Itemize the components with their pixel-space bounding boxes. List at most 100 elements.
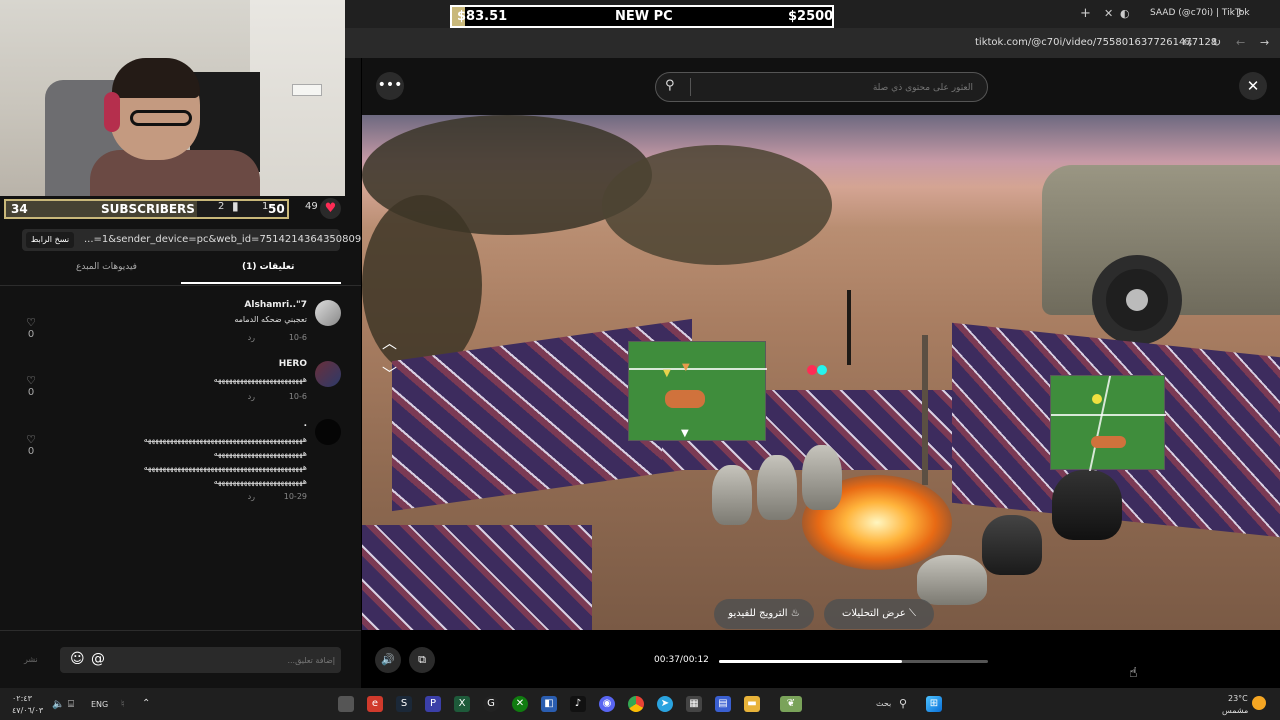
network-tray-icon[interactable]: ⌸ bbox=[68, 699, 74, 710]
video-coffee-pot bbox=[757, 455, 797, 520]
taskbar-search-label[interactable]: بحث bbox=[876, 699, 891, 708]
chrome-icon[interactable] bbox=[628, 696, 644, 712]
volume-tray-icon[interactable]: 🔈 bbox=[52, 699, 64, 710]
comment-author[interactable]: . bbox=[304, 419, 307, 429]
telegram-icon[interactable]: ➤ bbox=[657, 696, 673, 712]
inset-marker-icon: ▼ bbox=[681, 428, 689, 439]
app-icon-blue[interactable]: ◧ bbox=[541, 696, 557, 712]
weather-sun-icon[interactable] bbox=[1252, 696, 1266, 710]
copy-link-button[interactable]: نسخ الرابط bbox=[26, 232, 74, 248]
discord-icon[interactable]: ◉ bbox=[599, 696, 615, 712]
progress-bar[interactable] bbox=[719, 660, 988, 663]
like-count: 49 bbox=[305, 201, 318, 212]
new-tab-icon[interactable]: + bbox=[1080, 6, 1091, 21]
comment-like[interactable]: ♡ 0 bbox=[22, 317, 40, 341]
close-video-icon[interactable]: ✕ bbox=[1239, 72, 1267, 100]
comment-heart-icon[interactable]: ♡ bbox=[22, 375, 40, 387]
reload-icon[interactable]: ↻ bbox=[1212, 36, 1221, 49]
comment-like-count: 0 bbox=[27, 329, 35, 340]
microphone-tray-icon[interactable]: ♮ bbox=[121, 699, 125, 710]
video-frame[interactable]: ▼ ▼ ▼ bbox=[362, 115, 1280, 630]
tab-divider bbox=[0, 285, 361, 286]
more-options-icon[interactable]: ••• bbox=[376, 72, 404, 100]
steam-icon[interactable]: S bbox=[396, 696, 412, 712]
video-shovel bbox=[847, 290, 851, 365]
next-video-icon[interactable]: ﹀ bbox=[382, 363, 397, 384]
subscribers-label: SUBSCRIBERS bbox=[101, 202, 195, 216]
back-icon[interactable]: → bbox=[1260, 36, 1269, 49]
promote-video-button[interactable]: ♨ الترويج للفيديو bbox=[714, 599, 814, 629]
progress-fill bbox=[719, 660, 902, 663]
share-count: 1 bbox=[262, 201, 269, 212]
comment-text-line: هههههههههههههههههههههههههههههههههههههههه… bbox=[143, 435, 307, 444]
subscribers-goal: 50 bbox=[268, 202, 285, 216]
language-indicator[interactable]: ENG bbox=[91, 700, 108, 709]
comment-reply-link[interactable]: رد bbox=[248, 492, 255, 501]
excel-icon[interactable]: X bbox=[454, 696, 470, 712]
comment-like[interactable]: ♡ 0 bbox=[22, 434, 40, 458]
comment-reply-link[interactable]: رد bbox=[248, 392, 255, 401]
comment-avatar[interactable] bbox=[315, 419, 341, 445]
comment-like[interactable]: ♡ 0 bbox=[22, 375, 40, 399]
comment-avatar[interactable] bbox=[315, 300, 341, 326]
tab-title[interactable]: SAAD (@c70i) | TikTok bbox=[1150, 8, 1250, 18]
widget-icon[interactable]: ❦ bbox=[780, 696, 802, 712]
comment-text-line: ههههههههههههههههههههههههه bbox=[213, 449, 307, 458]
app-icon-generic[interactable] bbox=[338, 696, 354, 712]
video-dot-cyan bbox=[817, 365, 827, 375]
previous-video-icon[interactable]: ︿ bbox=[382, 332, 397, 353]
comment-author[interactable]: HERO bbox=[279, 359, 307, 369]
tiktok-app-icon[interactable]: ♪ bbox=[570, 696, 586, 712]
webcam-headphones bbox=[104, 92, 120, 132]
clock-date[interactable]: ٤٧/٠٦/٠٣ bbox=[12, 706, 43, 715]
address-bar-url[interactable]: tiktok.com/@c70i/video/75580163772614771… bbox=[975, 37, 1217, 48]
post-comment-button[interactable]: نشر bbox=[24, 655, 38, 664]
taskbar-search-icon[interactable]: ⚲ bbox=[899, 697, 907, 710]
weather-temp[interactable]: 23°C bbox=[1228, 694, 1248, 703]
clock-time[interactable]: ٠٢:٤٣ bbox=[12, 694, 32, 703]
bookmark-icon[interactable]: ▮ bbox=[232, 199, 239, 213]
close-tab-icon[interactable]: ✕ bbox=[1104, 7, 1113, 20]
file-explorer-icon[interactable]: ▬ bbox=[744, 696, 760, 712]
tab-creator-videos[interactable]: فيديوهات المبدع bbox=[76, 262, 137, 272]
ps-app-icon[interactable]: P bbox=[425, 696, 441, 712]
comment-avatar[interactable] bbox=[315, 361, 341, 387]
search-input[interactable] bbox=[713, 79, 973, 97]
comment-heart-icon[interactable]: ♡ bbox=[22, 434, 40, 446]
tray-overflow-icon[interactable]: ⌃ bbox=[142, 698, 150, 709]
xbox-icon[interactable]: ✕ bbox=[512, 696, 528, 712]
inset-players bbox=[665, 390, 705, 408]
picture-in-picture-icon[interactable]: ⧉ bbox=[409, 647, 435, 673]
comment-input[interactable] bbox=[135, 652, 335, 668]
comment-text: تعجبني ضحكه الدمامه bbox=[234, 315, 307, 324]
webcam-glasses bbox=[130, 110, 192, 126]
store-icon[interactable]: ▦ bbox=[686, 696, 702, 712]
start-windows-icon[interactable]: ⊞ bbox=[926, 696, 942, 712]
tab-audio-icon[interactable]: ◐ bbox=[1120, 7, 1130, 20]
related-search-box[interactable]: ⚲ bbox=[655, 72, 988, 102]
view-analytics-button[interactable]: ⟋ عرض التحليلات bbox=[824, 599, 934, 629]
comment-heart-icon[interactable]: ♡ bbox=[22, 317, 40, 329]
webcam-person-hair bbox=[112, 58, 200, 98]
tiktok-favicon-icon: ♪ bbox=[1236, 7, 1244, 20]
tab-comments[interactable]: (1) تعليقات bbox=[242, 262, 294, 272]
mouse-cursor-icon: ☝ bbox=[1129, 665, 1138, 681]
app-icon-g[interactable]: G bbox=[483, 696, 499, 712]
volume-icon[interactable]: 🔊 bbox=[375, 647, 401, 673]
app-icon-docs[interactable]: ▤ bbox=[715, 696, 731, 712]
donation-goal-title: NEW PC bbox=[615, 9, 673, 24]
comment-item: Alshamri.."7 تعجبني ضحكه الدمامه 10-6 رد bbox=[11, 300, 341, 350]
weather-desc[interactable]: مشمس bbox=[1222, 706, 1248, 715]
comment-author[interactable]: Alshamri.."7 bbox=[244, 300, 307, 310]
app-icon-ea[interactable]: e bbox=[367, 696, 383, 712]
mention-icon[interactable]: @ bbox=[91, 651, 105, 667]
like-heart-icon[interactable]: ♥ bbox=[320, 198, 341, 219]
emoji-icon[interactable]: ☺ bbox=[70, 651, 85, 667]
comment-reply-link[interactable]: رد bbox=[248, 333, 255, 342]
forward-icon[interactable]: ← bbox=[1236, 36, 1245, 49]
video-rug bbox=[362, 525, 592, 630]
bookmark-count: 2 bbox=[218, 201, 225, 212]
video-inset-left: ▼ ▼ ▼ bbox=[628, 341, 767, 441]
reader-icon[interactable]: ⇆ bbox=[1183, 36, 1192, 49]
search-icon[interactable]: ⚲ bbox=[665, 78, 675, 93]
